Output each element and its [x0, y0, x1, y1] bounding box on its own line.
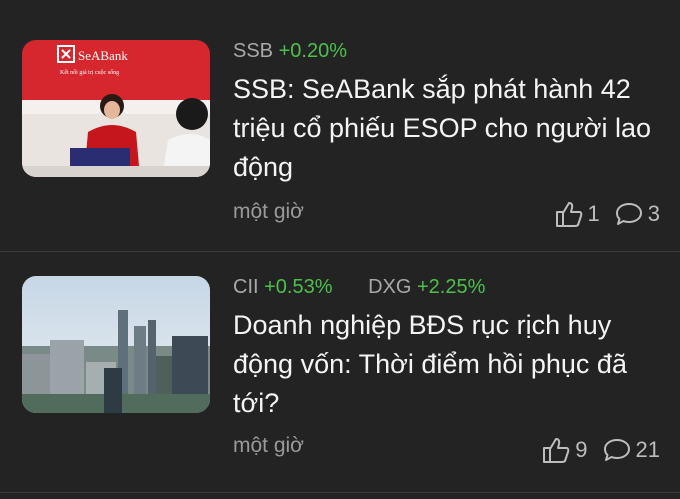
- news-item[interactable]: SeABank Kết nối giá trị cuộc sống SSB +0…: [0, 0, 680, 251]
- seabank-logo-text: SeABank: [78, 48, 128, 63]
- like-count: 9: [575, 437, 588, 462]
- like-button[interactable]: 1: [554, 200, 600, 228]
- article-thumbnail[interactable]: [22, 276, 210, 413]
- comment-count: 3: [647, 201, 660, 226]
- thumbs-up-icon: [543, 438, 570, 463]
- article-title[interactable]: Doanh nghiệp BĐS rục rịch huy động vốn: …: [233, 306, 663, 423]
- divider: [0, 492, 680, 493]
- article-thumbnail[interactable]: SeABank Kết nối giá trị cuộc sống: [22, 40, 210, 177]
- comment-button[interactable]: 21: [602, 436, 660, 464]
- ticker-symbol[interactable]: CII: [233, 276, 259, 298]
- ticker-symbol[interactable]: DXG: [368, 276, 411, 298]
- news-item[interactable]: CII +0.53% DXG +2.25% Doanh nghiệp BĐS r…: [0, 252, 680, 492]
- article-time: một giờ: [233, 434, 304, 457]
- ticker-change: +0.20%: [278, 40, 347, 62]
- ticker-change: +0.53%: [264, 276, 333, 298]
- comment-button[interactable]: 3: [614, 200, 660, 228]
- article-time: một giờ: [233, 200, 304, 223]
- ticker-change: +2.25%: [416, 276, 486, 298]
- comment-bubble-icon: [615, 203, 642, 225]
- ticker-list: SSB +0.20%: [233, 40, 377, 63]
- ticker-list: CII +0.53% DXG +2.25%: [233, 276, 515, 299]
- article-stats: 1 3: [540, 200, 660, 228]
- thumbs-up-icon: [555, 202, 582, 227]
- ticker-symbol[interactable]: SSB: [233, 40, 273, 62]
- like-count: 1: [587, 201, 600, 226]
- article-stats: 9 21: [527, 436, 660, 464]
- comment-bubble-icon: [603, 439, 630, 461]
- article-title[interactable]: SSB: SeABank sắp phát hành 42 triệu cổ p…: [233, 70, 663, 187]
- comment-count: 21: [635, 437, 660, 462]
- like-button[interactable]: 9: [541, 436, 588, 464]
- svg-text:Kết nối giá trị cuộc sống: Kết nối giá trị cuộc sống: [60, 69, 119, 76]
